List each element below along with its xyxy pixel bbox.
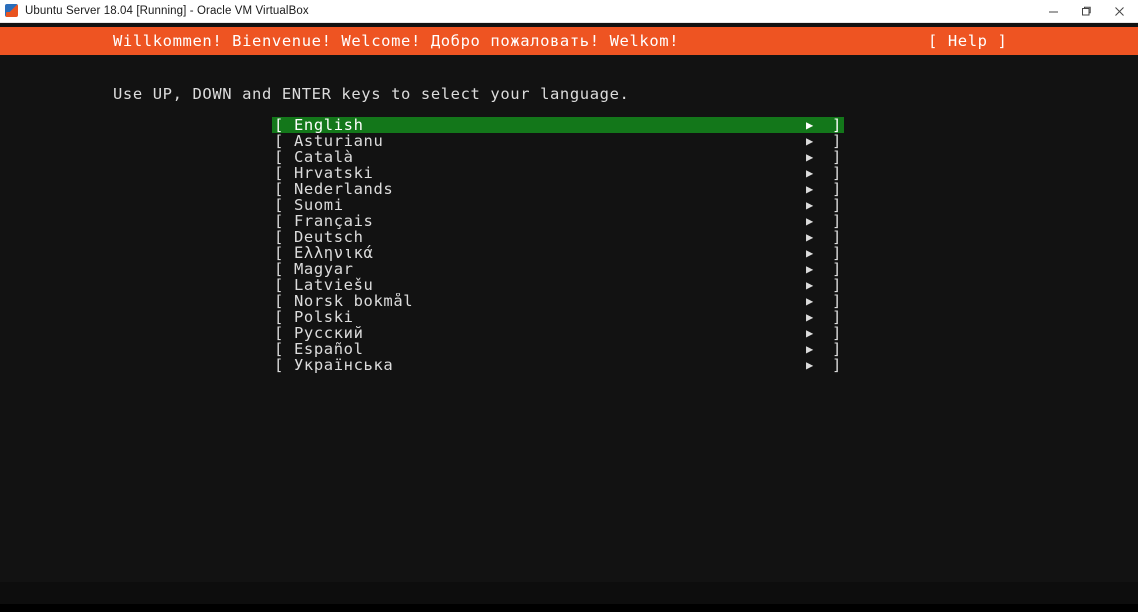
window-title: Ubuntu Server 18.04 [Running] - Oracle V… bbox=[25, 5, 309, 17]
virtualbox-icon bbox=[4, 3, 20, 19]
submenu-arrow-icon: ▶ bbox=[806, 293, 832, 309]
language-label: Hrvatski bbox=[294, 165, 806, 181]
maximize-button[interactable] bbox=[1070, 0, 1103, 22]
help-button[interactable]: [ Help ] bbox=[928, 32, 1007, 50]
language-label: Latviešu bbox=[294, 277, 806, 293]
submenu-arrow-icon: ▶ bbox=[806, 117, 832, 133]
vm-console-screen[interactable]: Willkommen! Bienvenue! Welcome! Добро по… bbox=[0, 23, 1138, 612]
bracket-right: ] bbox=[832, 165, 844, 181]
language-option[interactable]: [Deutsch▶] bbox=[272, 229, 844, 245]
bracket-left: [ bbox=[274, 149, 294, 165]
submenu-arrow-icon: ▶ bbox=[806, 261, 832, 277]
bracket-left: [ bbox=[274, 213, 294, 229]
virtualbox-window: Ubuntu Server 18.04 [Running] - Oracle V… bbox=[0, 0, 1138, 612]
bracket-left: [ bbox=[274, 245, 294, 261]
language-label: Asturianu bbox=[294, 133, 806, 149]
bracket-right: ] bbox=[832, 213, 844, 229]
language-option[interactable]: [English▶] bbox=[272, 117, 844, 133]
console-bottom-band bbox=[0, 604, 1138, 612]
language-label: Русский bbox=[294, 325, 806, 341]
language-option[interactable]: [Ελληνικά▶] bbox=[272, 245, 844, 261]
language-option[interactable]: [Asturianu▶] bbox=[272, 133, 844, 149]
submenu-arrow-icon: ▶ bbox=[806, 165, 832, 181]
submenu-arrow-icon: ▶ bbox=[806, 197, 832, 213]
submenu-arrow-icon: ▶ bbox=[806, 309, 832, 325]
instruction-text: Use UP, DOWN and ENTER keys to select yo… bbox=[113, 85, 629, 103]
bracket-left: [ bbox=[274, 357, 294, 373]
bracket-left: [ bbox=[274, 181, 294, 197]
bracket-left: [ bbox=[274, 229, 294, 245]
bracket-right: ] bbox=[832, 357, 844, 373]
bracket-left: [ bbox=[274, 133, 294, 149]
bracket-left: [ bbox=[274, 325, 294, 341]
bracket-right: ] bbox=[832, 341, 844, 357]
bracket-right: ] bbox=[832, 309, 844, 325]
language-label: Nederlands bbox=[294, 181, 806, 197]
bracket-right: ] bbox=[832, 245, 844, 261]
bracket-left: [ bbox=[274, 293, 294, 309]
welcome-greeting: Willkommen! Bienvenue! Welcome! Добро по… bbox=[113, 32, 679, 50]
language-option[interactable]: [Hrvatski▶] bbox=[272, 165, 844, 181]
language-label: Українська bbox=[294, 357, 806, 373]
bracket-left: [ bbox=[274, 261, 294, 277]
console-lower-area bbox=[0, 582, 1138, 604]
language-label: Català bbox=[294, 149, 806, 165]
bracket-left: [ bbox=[274, 197, 294, 213]
language-list[interactable]: [English▶][Asturianu▶][Català▶][Hrvatski… bbox=[272, 117, 844, 373]
language-label: Norsk bokmål bbox=[294, 293, 806, 309]
language-label: Suomi bbox=[294, 197, 806, 213]
submenu-arrow-icon: ▶ bbox=[806, 149, 832, 165]
language-option[interactable]: [Polski▶] bbox=[272, 309, 844, 325]
installer-header-bar: Willkommen! Bienvenue! Welcome! Добро по… bbox=[0, 27, 1138, 55]
language-label: Deutsch bbox=[294, 229, 806, 245]
language-label: English bbox=[294, 117, 806, 133]
submenu-arrow-icon: ▶ bbox=[806, 325, 832, 341]
bracket-right: ] bbox=[832, 149, 844, 165]
close-button[interactable] bbox=[1103, 0, 1136, 22]
bracket-right: ] bbox=[832, 181, 844, 197]
language-option[interactable]: [Українська▶] bbox=[272, 357, 844, 373]
bracket-left: [ bbox=[274, 341, 294, 357]
submenu-arrow-icon: ▶ bbox=[806, 245, 832, 261]
bracket-left: [ bbox=[274, 277, 294, 293]
language-option[interactable]: [Català▶] bbox=[272, 149, 844, 165]
minimize-button[interactable] bbox=[1037, 0, 1070, 22]
bracket-left: [ bbox=[274, 165, 294, 181]
language-option[interactable]: [Español▶] bbox=[272, 341, 844, 357]
language-option[interactable]: [Latviešu▶] bbox=[272, 277, 844, 293]
window-titlebar[interactable]: Ubuntu Server 18.04 [Running] - Oracle V… bbox=[0, 0, 1138, 23]
bracket-right: ] bbox=[832, 133, 844, 149]
bracket-right: ] bbox=[832, 325, 844, 341]
submenu-arrow-icon: ▶ bbox=[806, 357, 832, 373]
language-label: Ελληνικά bbox=[294, 245, 806, 261]
submenu-arrow-icon: ▶ bbox=[806, 277, 832, 293]
bracket-right: ] bbox=[832, 261, 844, 277]
bracket-left: [ bbox=[274, 117, 294, 133]
language-option[interactable]: [Français▶] bbox=[272, 213, 844, 229]
language-label: Magyar bbox=[294, 261, 806, 277]
bracket-right: ] bbox=[832, 117, 844, 133]
language-option[interactable]: [Suomi▶] bbox=[272, 197, 844, 213]
language-option[interactable]: [Norsk bokmål▶] bbox=[272, 293, 844, 309]
submenu-arrow-icon: ▶ bbox=[806, 133, 832, 149]
language-label: Español bbox=[294, 341, 806, 357]
language-label: Français bbox=[294, 213, 806, 229]
bracket-left: [ bbox=[274, 309, 294, 325]
bracket-right: ] bbox=[832, 229, 844, 245]
submenu-arrow-icon: ▶ bbox=[806, 341, 832, 357]
submenu-arrow-icon: ▶ bbox=[806, 213, 832, 229]
window-controls bbox=[1037, 0, 1136, 22]
submenu-arrow-icon: ▶ bbox=[806, 229, 832, 245]
language-option[interactable]: [Русский▶] bbox=[272, 325, 844, 341]
language-option[interactable]: [Nederlands▶] bbox=[272, 181, 844, 197]
bracket-right: ] bbox=[832, 277, 844, 293]
language-option[interactable]: [Magyar▶] bbox=[272, 261, 844, 277]
language-label: Polski bbox=[294, 309, 806, 325]
bracket-right: ] bbox=[832, 197, 844, 213]
bracket-right: ] bbox=[832, 293, 844, 309]
submenu-arrow-icon: ▶ bbox=[806, 181, 832, 197]
